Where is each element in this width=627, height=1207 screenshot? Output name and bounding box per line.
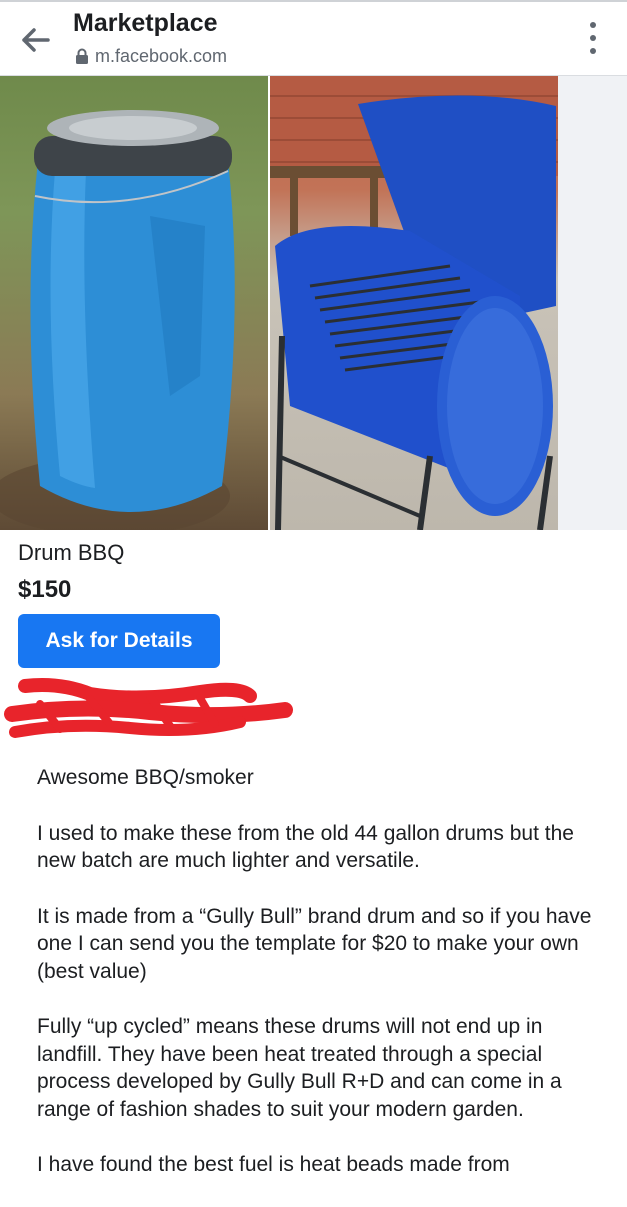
url-row: m.facebook.com (75, 44, 227, 68)
listing-price: $150 (18, 576, 72, 603)
lock-icon (76, 48, 88, 64)
more-options-button[interactable] (585, 22, 601, 54)
listing-photo-bbq[interactable] (270, 76, 558, 530)
description-paragraph: Awesome BBQ/smoker (37, 766, 254, 789)
page-url: m.facebook.com (95, 45, 228, 66)
listing-title: Drum BBQ (18, 540, 125, 565)
more-vertical-icon (590, 22, 596, 28)
description-paragraph: It is made from a “Gully Bull” brand dru… (37, 904, 592, 983)
status-divider (0, 0, 627, 2)
description-paragraph: I used to make these from the old 44 gal… (37, 821, 574, 873)
page-title: Marketplace (73, 9, 218, 37)
listing-description: Awesome BBQ/smoker I used to make these … (37, 764, 597, 1207)
arrow-left-icon (22, 28, 50, 52)
top-bar: Marketplace m.facebook.com (0, 0, 627, 76)
back-button[interactable] (18, 22, 58, 58)
description-paragraph: Fully “up cycled” means these drums will… (37, 1015, 562, 1121)
description-paragraph: I have found the best fuel is heat beads… (37, 1153, 510, 1176)
listing-photos[interactable] (0, 76, 627, 530)
ask-for-details-button[interactable]: Ask for Details (18, 614, 220, 668)
listing-photo-barrel[interactable] (0, 76, 268, 530)
seller-name-redacted (0, 674, 300, 754)
